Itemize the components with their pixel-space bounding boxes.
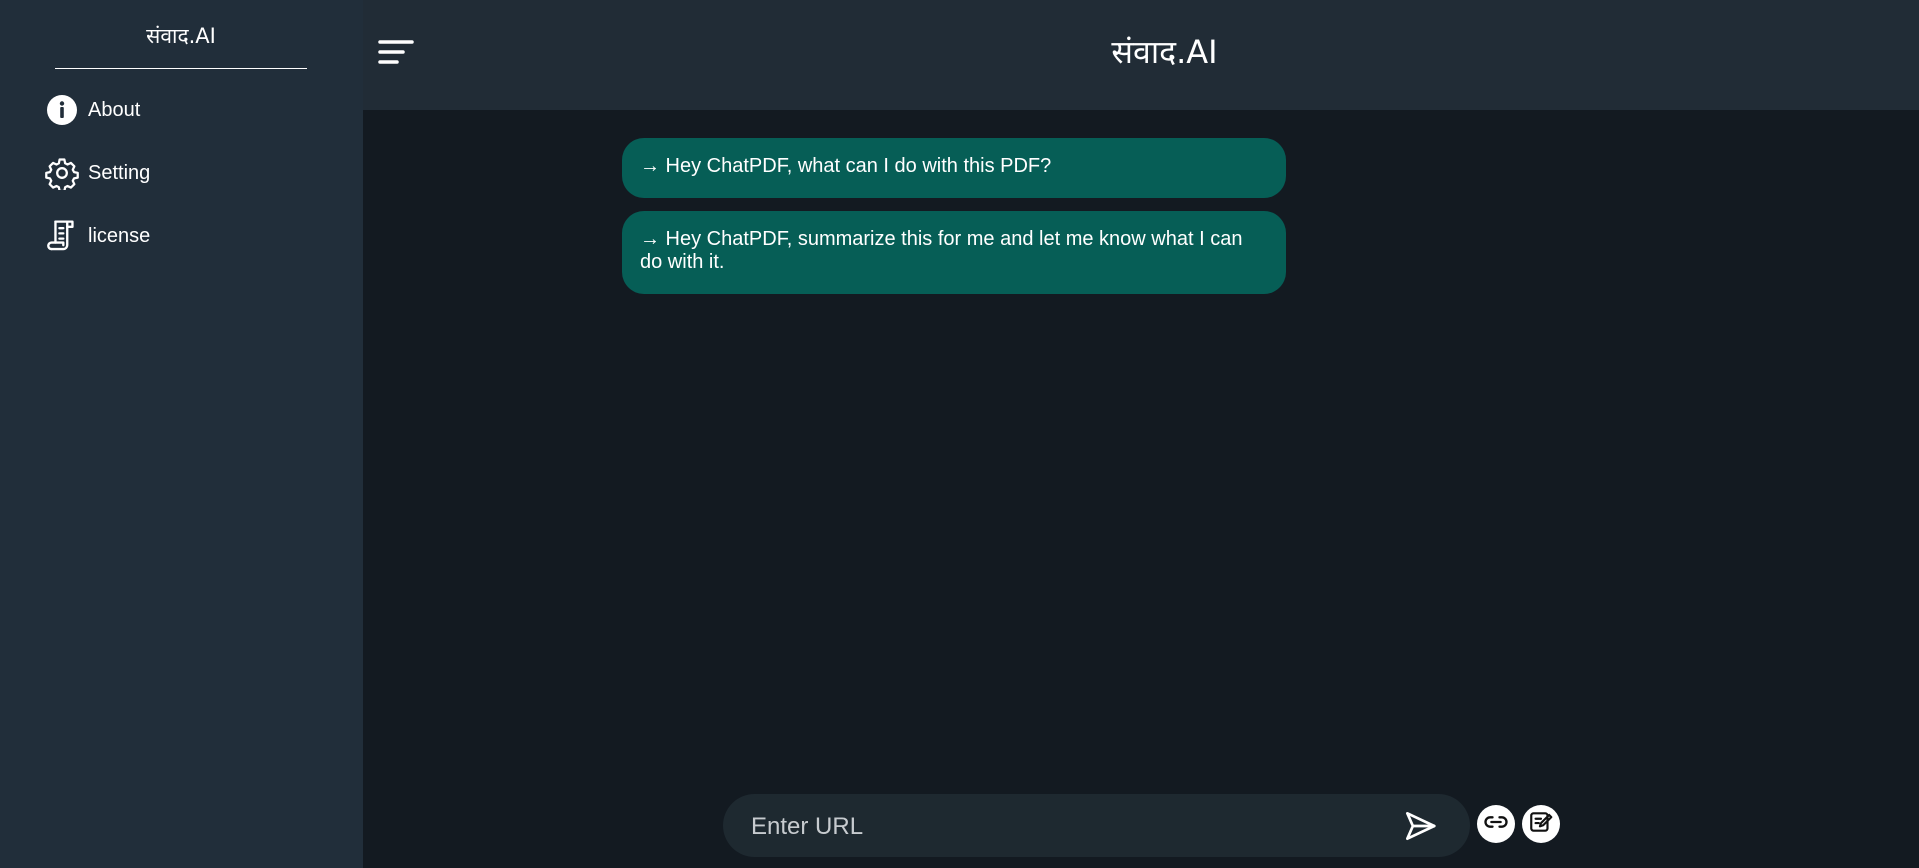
sidebar-item-label: About — [88, 98, 141, 121]
gear-icon — [44, 155, 80, 191]
sidebar-item-label: license — [88, 224, 151, 247]
link-icon — [1482, 808, 1510, 841]
send-button[interactable] — [1401, 807, 1439, 845]
send-icon — [1401, 811, 1439, 849]
sidebar-item-about[interactable]: About — [44, 90, 140, 130]
scroll-icon — [44, 218, 80, 254]
app-root: संवाद.AI About Setting license संवाद.AI … — [0, 0, 1919, 868]
input-bar — [723, 794, 1470, 857]
page-title: संवाद.AI — [1111, 33, 1218, 71]
edit-icon — [1528, 809, 1554, 840]
sidebar-item-label: Setting — [88, 161, 151, 184]
url-input[interactable] — [749, 806, 1373, 848]
link-button[interactable] — [1477, 805, 1515, 843]
sidebar: संवाद.AI About Setting license — [0, 0, 363, 868]
info-icon — [44, 92, 80, 128]
sidebar-brand: संवाद.AI — [146, 24, 216, 48]
suggestion-bubble[interactable]: → Hey ChatPDF, summarize this for me and… — [622, 211, 1286, 294]
sidebar-divider — [55, 68, 307, 69]
sidebar-item-setting[interactable]: Setting — [44, 153, 150, 193]
top-header: संवाद.AI — [363, 0, 1919, 110]
edit-button[interactable] — [1522, 805, 1560, 843]
sidebar-item-license[interactable]: license — [44, 216, 150, 256]
suggestion-bubble[interactable]: → Hey ChatPDF, what can I do with this P… — [622, 138, 1286, 198]
